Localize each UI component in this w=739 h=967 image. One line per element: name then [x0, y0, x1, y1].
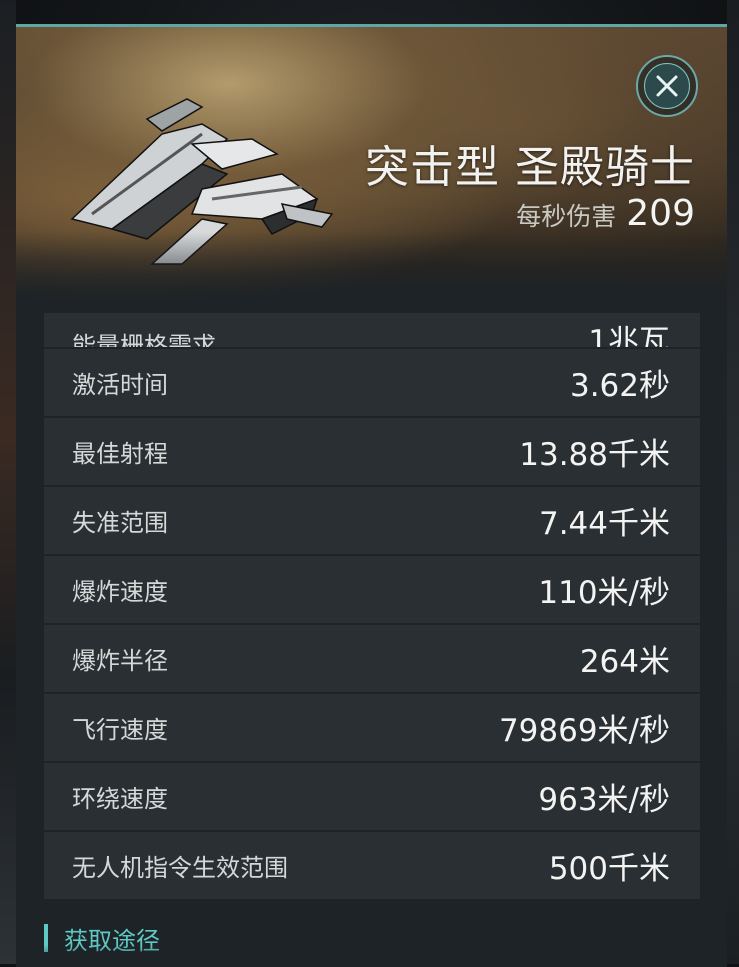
stat-value: 7.44千米 — [538, 506, 670, 542]
backdrop-left — [0, 0, 16, 964]
stat-value: 1兆瓦 — [588, 324, 670, 347]
stat-value: 500千米 — [548, 851, 670, 887]
close-icon — [656, 75, 678, 97]
dps-readout: 每秒伤害 209 — [516, 193, 695, 234]
stat-value: 13.88千米 — [519, 437, 670, 473]
acquisition-label: 获取途径 — [64, 926, 160, 955]
stat-label: 无人机指令生效范围 — [72, 854, 288, 882]
stat-row: 环绕速度 963米/秒 — [44, 763, 700, 830]
stat-row: 飞行速度 79869米/秒 — [44, 694, 700, 761]
stat-value: 3.62秒 — [569, 368, 670, 404]
stat-row: 失准范围 7.44千米 — [44, 487, 700, 554]
stat-row: 爆炸半径 264米 — [44, 625, 700, 692]
stat-label: 飞行速度 — [72, 716, 168, 744]
stat-label: 失准范围 — [72, 509, 168, 537]
backdrop-right — [727, 0, 739, 964]
hero-fade — [16, 232, 727, 312]
acquisition-heading[interactable]: 获取途径 — [44, 923, 160, 955]
ship-name: 突击型 圣殿骑士 — [365, 142, 695, 193]
stat-row: 激活时间 3.62秒 — [44, 349, 700, 416]
stat-row: 最佳射程 13.88千米 — [44, 418, 700, 485]
stat-value: 79869米/秒 — [498, 713, 670, 749]
stat-value: 963米/秒 — [538, 782, 670, 818]
stat-label: 爆炸速度 — [72, 578, 168, 606]
stat-value: 110米/秒 — [538, 575, 670, 611]
stat-row: 爆炸速度 110米/秒 — [44, 556, 700, 623]
stat-label: 激活时间 — [72, 371, 168, 399]
close-button[interactable] — [636, 55, 698, 117]
dps-label: 每秒伤害 — [516, 202, 617, 231]
stat-value: 264米 — [579, 644, 670, 680]
stats-list: 能量栅格需求 1兆瓦 激活时间 3.62秒 最佳射程 13.88千米 失准范围 … — [44, 313, 700, 901]
stat-row: 无人机指令生效范围 500千米 — [44, 832, 700, 899]
stat-row: 能量栅格需求 1兆瓦 — [44, 313, 700, 347]
ship-info-panel: 突击型 圣殿骑士 每秒伤害 209 能量栅格需求 1兆瓦 激活时间 3.62秒 … — [16, 24, 727, 967]
stat-label: 环绕速度 — [72, 785, 168, 813]
dps-value: 209 — [626, 193, 695, 234]
section-accent-bar — [44, 924, 48, 952]
stat-label: 能量栅格需求 — [72, 332, 216, 347]
stat-label: 最佳射程 — [72, 440, 168, 468]
stat-label: 爆炸半径 — [72, 647, 168, 675]
